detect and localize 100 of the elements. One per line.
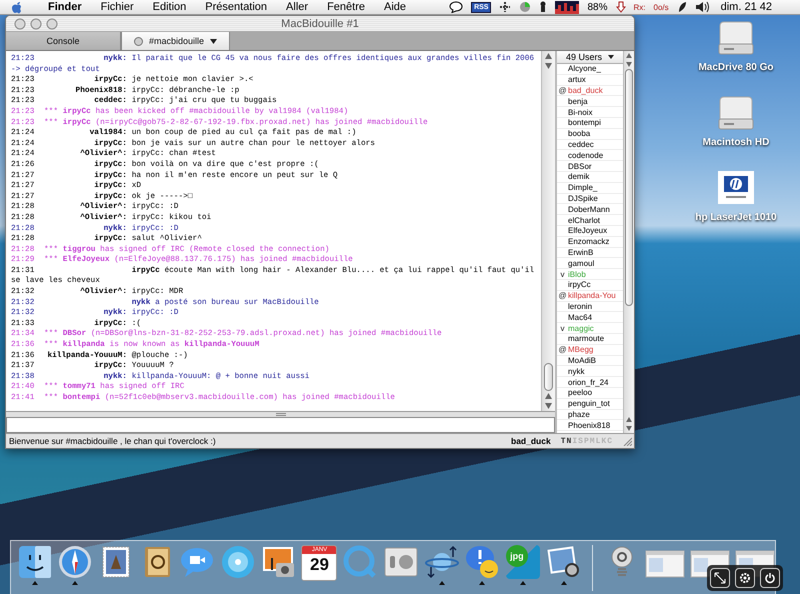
pie-icon[interactable]	[519, 1, 532, 13]
cd-icon[interactable]	[221, 545, 256, 579]
compass-icon[interactable]	[58, 545, 92, 579]
menu-item[interactable]: Aide	[384, 0, 406, 14]
user-name[interactable]: bontempi	[568, 118, 601, 128]
menu-item[interactable]: Fichier	[100, 0, 134, 14]
message-input-field[interactable]	[6, 417, 555, 433]
hard-drive-icon[interactable]	[716, 20, 756, 56]
user-count-dropdown[interactable]: 49 Users	[557, 51, 623, 64]
caret-icon	[608, 55, 614, 59]
switch-panel-icon[interactable]	[384, 545, 418, 579]
user-name[interactable]: codenode	[568, 150, 604, 160]
tab[interactable]: #macbidouille	[121, 32, 230, 50]
user-mode-prefix: @	[557, 86, 568, 95]
video-bubble-icon[interactable]	[180, 545, 214, 579]
splitter-grip[interactable]	[276, 413, 286, 416]
chat-scrollbar[interactable]	[541, 51, 555, 412]
channel-mode-letter[interactable]: N	[566, 436, 572, 446]
photo-camera-icon[interactable]	[262, 545, 296, 579]
settings-icon	[738, 572, 751, 584]
photo-magnifier-icon[interactable]	[546, 545, 580, 579]
power-icon	[764, 572, 776, 584]
user-name[interactable]: killpanda-You	[568, 291, 616, 300]
scroll-down-arrow-icon[interactable]	[545, 403, 552, 410]
scroll-thumb[interactable]	[625, 69, 633, 306]
channel-mode-letter[interactable]: T	[560, 436, 566, 446]
user-name[interactable]: Alcyone_	[568, 64, 601, 74]
user-name[interactable]: Bi-noix	[568, 108, 592, 117]
user-name[interactable]: DBSor	[568, 162, 592, 171]
scroll-up-arrow-icon[interactable]	[545, 393, 552, 400]
own-nick: bad_duck	[511, 436, 551, 446]
user-name[interactable]: nykk	[568, 366, 584, 376]
scroll-up-arrow-icon[interactable]	[545, 53, 552, 59]
user-name[interactable]: peeloo	[568, 388, 592, 398]
user-name[interactable]: leronin	[568, 302, 592, 311]
tab[interactable]: Console	[6, 32, 121, 50]
user-name[interactable]: Dimple_	[568, 183, 598, 192]
user-name[interactable]: Enzomackz	[568, 237, 610, 246]
user-name[interactable]: benja	[568, 96, 588, 106]
user-name[interactable]: demik	[568, 172, 590, 182]
scroll-up-arrow-icon[interactable]	[626, 53, 632, 58]
planet-arrows-icon[interactable]	[424, 545, 459, 579]
menu-item[interactable]: Edition	[152, 0, 186, 14]
speaker-icon[interactable]	[694, 1, 709, 13]
scroll-down-arrow-icon[interactable]	[626, 426, 632, 431]
user-name[interactable]: marmoute	[568, 334, 604, 344]
user-list-scrollbar[interactable]	[623, 51, 634, 433]
user-name[interactable]: gamoul	[568, 258, 594, 268]
menu-item[interactable]: Aller	[286, 0, 308, 14]
user-name[interactable]: orion_fr_24	[568, 378, 608, 386]
user-name[interactable]: irpyCc	[568, 280, 591, 290]
power-button[interactable]	[760, 568, 780, 588]
user-name[interactable]: ElfeJoyeux	[568, 226, 608, 236]
user-name[interactable]: Phoenix818	[568, 420, 610, 430]
network-rate: 0o/s	[654, 2, 669, 12]
alert-smiley-icon[interactable]	[465, 545, 500, 579]
user-name[interactable]: Mac64	[568, 312, 592, 322]
down-arrow-icon[interactable]	[616, 1, 626, 13]
scroll-thumb[interactable]	[544, 363, 553, 392]
menu-clock[interactable]: dim. 21 42	[720, 1, 772, 13]
battery-percentage: 88%	[587, 2, 608, 12]
resize-grip-icon[interactable]	[623, 436, 632, 446]
expand-button[interactable]	[710, 568, 730, 588]
settings-button[interactable]	[734, 568, 755, 588]
user-name[interactable]: DoberMann	[568, 204, 610, 214]
user-name[interactable]: bad_duck	[568, 86, 603, 95]
user-name[interactable]: elCharlot	[568, 216, 600, 225]
caret-icon	[210, 38, 218, 44]
expand-icon	[714, 572, 726, 584]
user-mode-prefix: @	[557, 345, 568, 354]
cpu-graph-icon[interactable]	[555, 0, 580, 14]
printer-logo-icon[interactable]	[716, 170, 756, 206]
user-name[interactable]: MoAdiB	[568, 356, 596, 365]
user-name[interactable]: phaze	[568, 410, 590, 419]
scroll-up-arrow-icon[interactable]	[626, 417, 632, 422]
user-mode-prefix: @	[557, 291, 568, 300]
scroll-down-arrow-icon[interactable]	[545, 63, 552, 69]
calendar-day: 29	[310, 554, 329, 576]
menu-item[interactable]: Fenêtre	[327, 0, 365, 14]
user-name[interactable]: penguin_tot	[568, 399, 610, 408]
user-name[interactable]: DJSpike	[568, 194, 598, 203]
dots-icon[interactable]	[499, 1, 512, 13]
smiling-face-icon[interactable]	[18, 545, 52, 579]
apple-logo-icon[interactable]	[10, 0, 24, 14]
user-name[interactable]: MBegg	[568, 345, 594, 354]
user-mode-prefix: v	[560, 270, 566, 279]
leaf-icon[interactable]	[676, 1, 687, 13]
user-name[interactable]: ceddec	[568, 140, 594, 149]
menu-item[interactable]: Présentation	[205, 0, 268, 14]
keyhole-icon[interactable]	[539, 1, 548, 13]
speech-bubble-icon[interactable]	[449, 1, 464, 13]
network-label: Rx:	[634, 2, 646, 12]
scroll-down-arrow-icon[interactable]	[626, 62, 632, 67]
status-circle-icon	[134, 36, 143, 46]
window-title: MacBidouille #1	[280, 18, 360, 30]
user-name[interactable]: artux	[568, 75, 586, 84]
user-name[interactable]: booba	[568, 129, 590, 138]
menu-item[interactable]: Finder	[48, 0, 82, 14]
window-buttons-icon[interactable]	[14, 18, 60, 30]
user-name[interactable]: ErwinB	[568, 248, 594, 257]
